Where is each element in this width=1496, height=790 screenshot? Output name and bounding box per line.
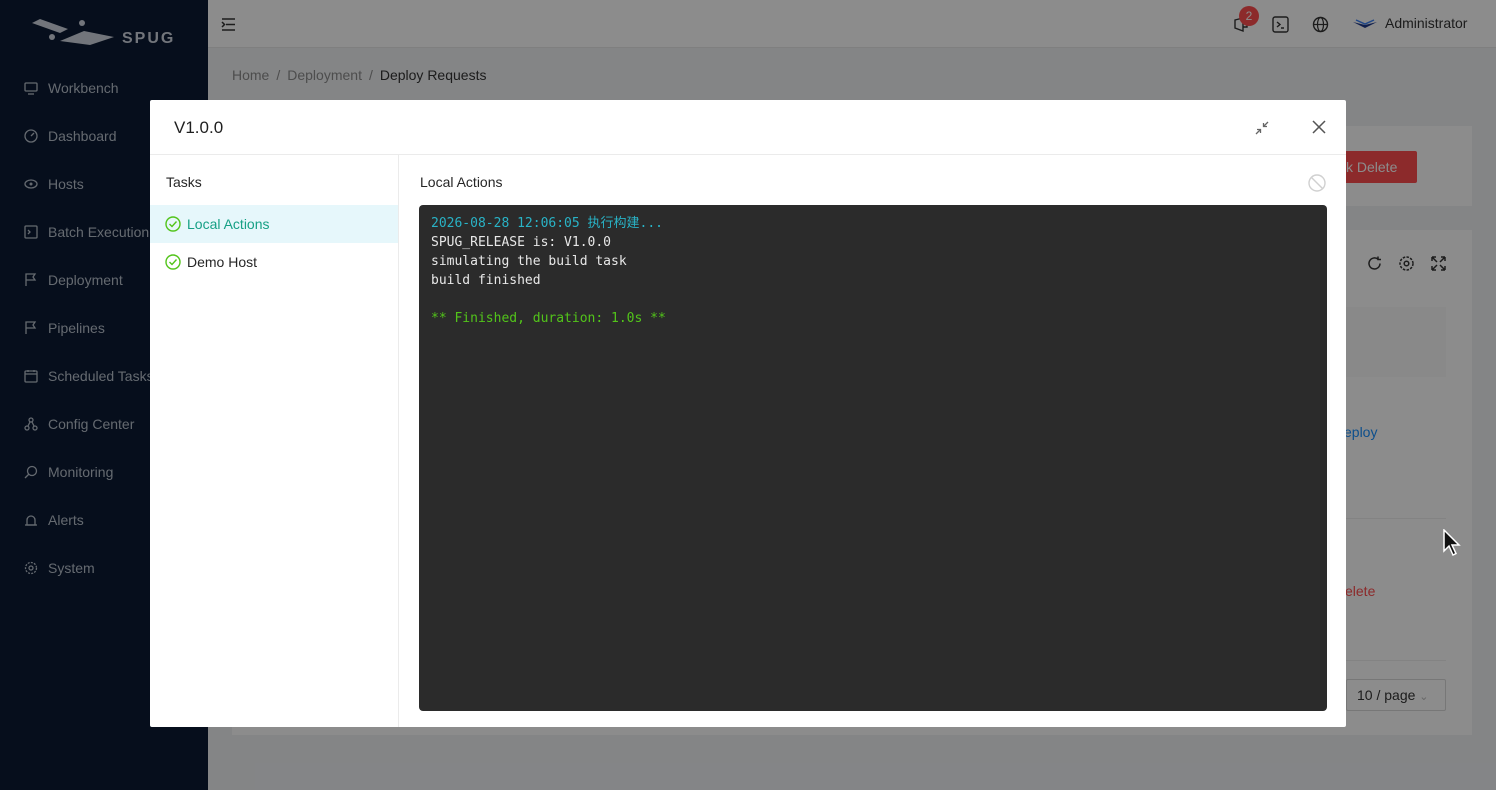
panel-title: Local Actions (420, 174, 503, 190)
mouse-cursor-icon (1443, 529, 1461, 557)
task-item-demo-host[interactable]: Demo Host (150, 243, 398, 281)
modal-title: V1.0.0 (174, 118, 224, 137)
log-console[interactable]: 2026-08-28 12:06:05 执行构建... SPUG_RELEASE… (419, 205, 1327, 711)
deploy-log-modal: V1.0.0 Tasks Local Actions Demo Host Loc… (150, 100, 1346, 727)
task-item-local-actions[interactable]: Local Actions (150, 205, 398, 243)
close-icon[interactable] (1311, 119, 1327, 135)
check-circle-icon (165, 216, 181, 232)
check-circle-icon (165, 254, 181, 270)
task-label: Demo Host (187, 254, 258, 270)
console-line: 2026-08-28 12:06:05 执行构建... (431, 216, 664, 231)
stop-icon[interactable] (1308, 174, 1326, 192)
tasks-heading: Tasks (166, 174, 202, 190)
task-label: Local Actions (187, 216, 270, 232)
console-line: build finished (431, 273, 541, 288)
console-line: ** Finished, duration: 1.0s ** (431, 311, 666, 326)
console-line: SPUG_RELEASE is: V1.0.0 (431, 235, 612, 250)
task-list: Tasks Local Actions Demo Host (150, 155, 399, 727)
shrink-icon[interactable] (1254, 120, 1270, 136)
console-line: simulating the build task (431, 254, 627, 269)
